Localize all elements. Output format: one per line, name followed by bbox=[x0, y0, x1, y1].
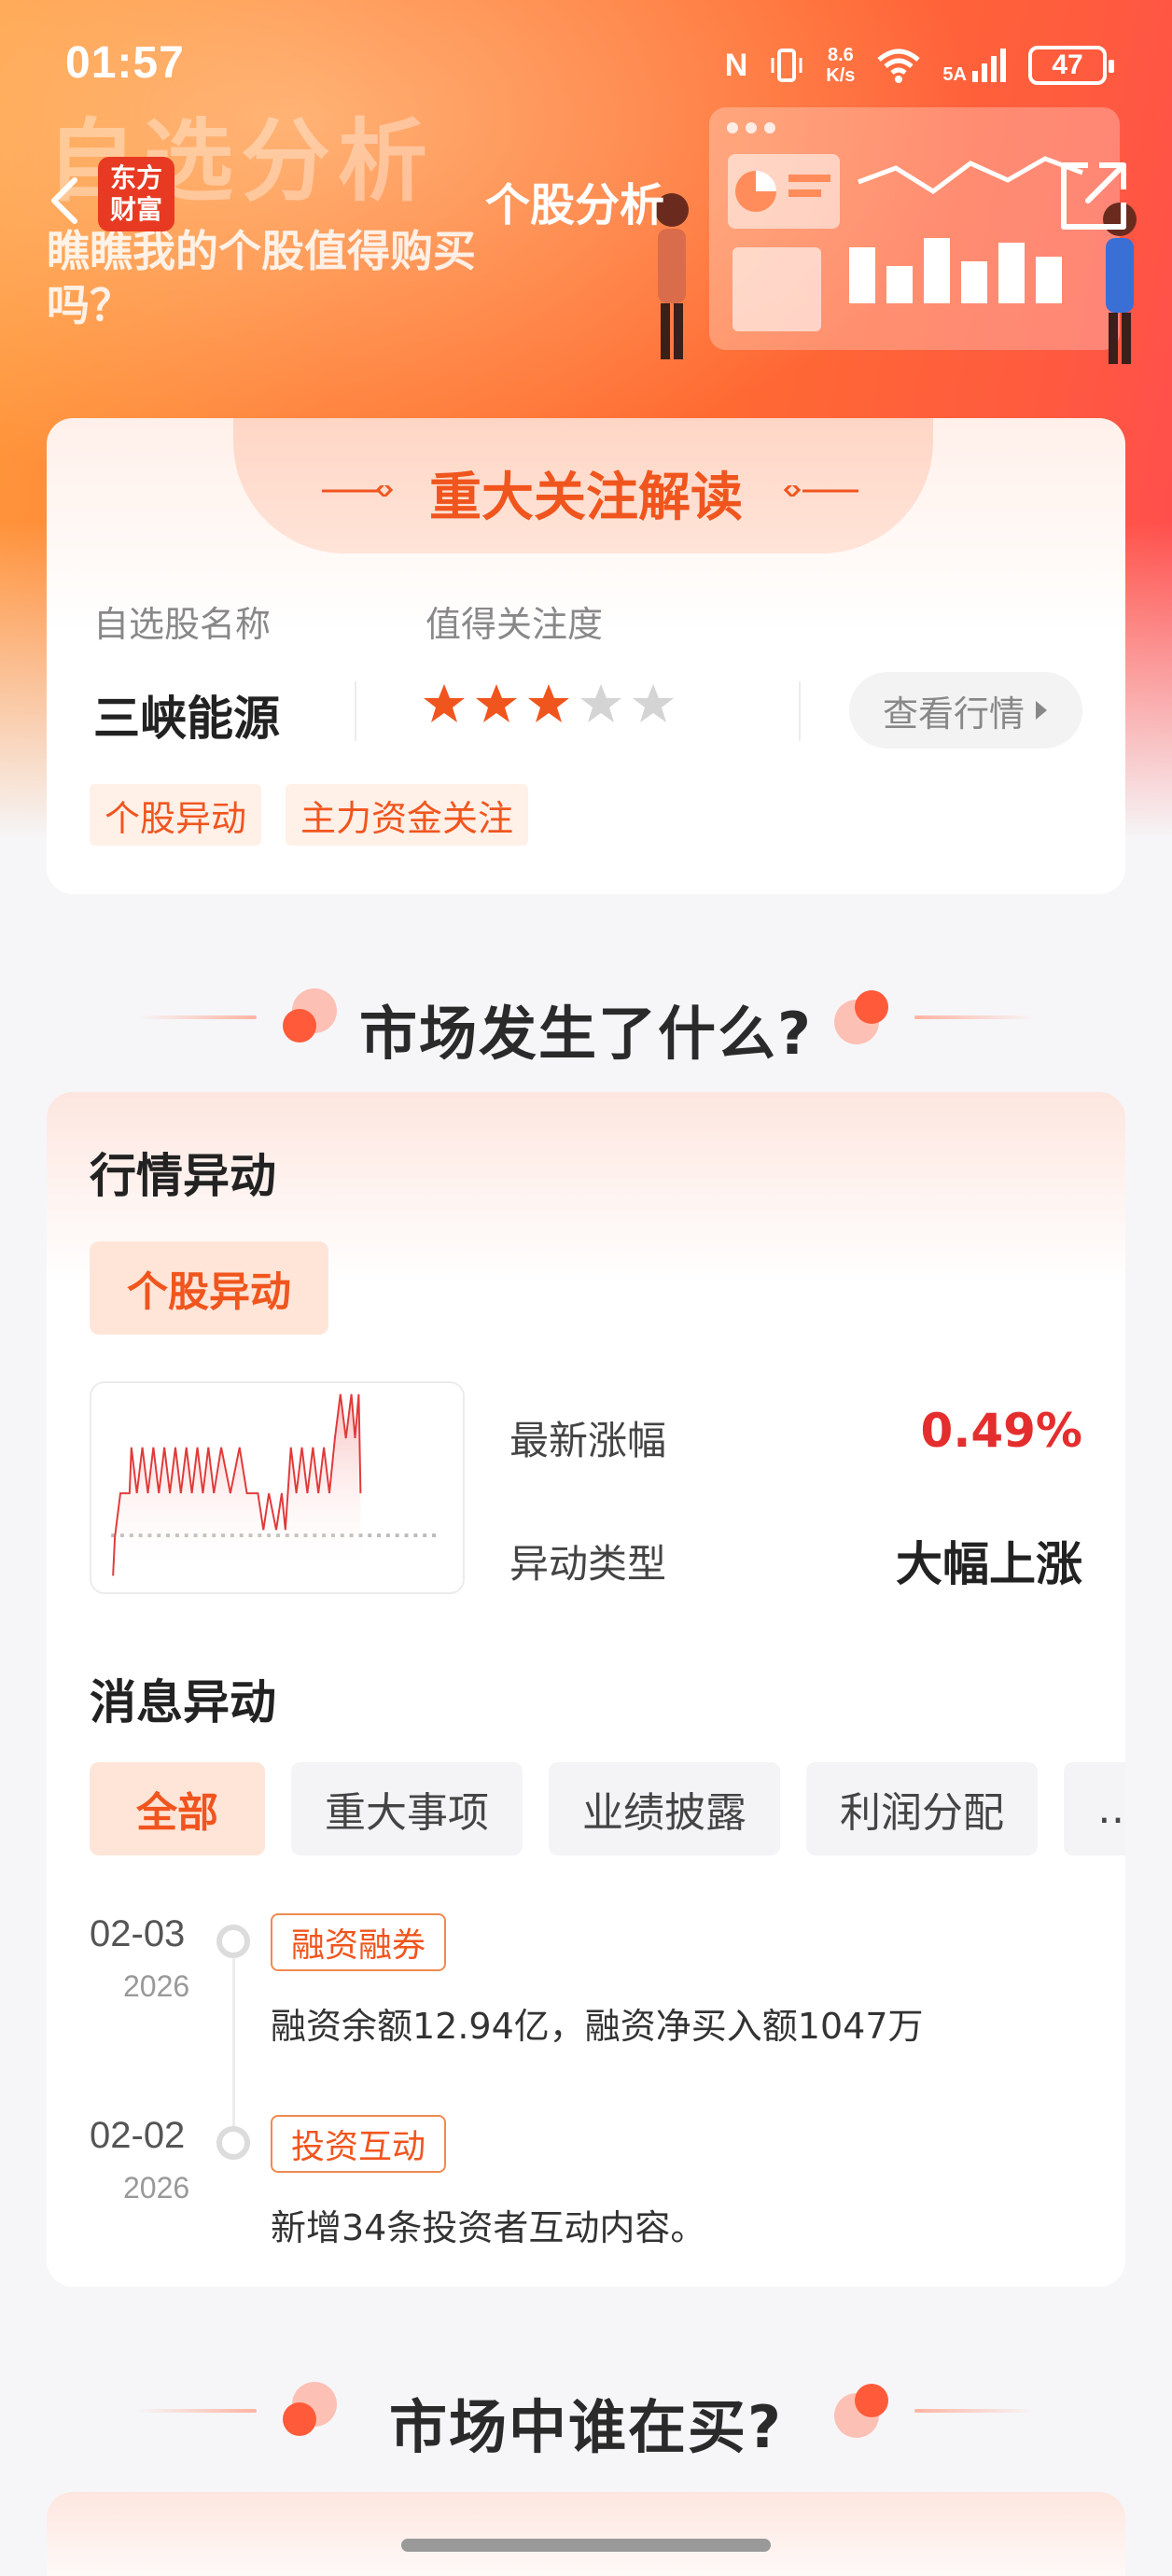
event-date: 02-03 bbox=[90, 1913, 186, 1954]
move-type-value: 大幅上涨 bbox=[896, 1537, 1082, 1591]
event-date: 02-02 bbox=[90, 2115, 186, 2156]
heading-line-right bbox=[914, 1015, 1036, 1019]
intraday-fill bbox=[113, 1393, 361, 1576]
event-text: 融资余额12.94亿，融资净买入额1047万 bbox=[271, 2006, 924, 2047]
filter-tab-earnings[interactable]: 业绩披露 bbox=[549, 1762, 780, 1855]
intraday-mini-chart bbox=[90, 1381, 465, 1594]
share-icon bbox=[1061, 162, 1126, 230]
market-card: 行情异动 个股异动 最新涨幅 0.49% 异动类型 大幅上涨 消息异动 全部 重… bbox=[47, 1092, 1125, 2287]
heading-ball-right-icon bbox=[834, 2384, 888, 2438]
focus-tags: 个股异动 主力资金关注 bbox=[90, 784, 529, 846]
latest-change-value: 0.49% bbox=[920, 1404, 1082, 1458]
network-speed: 8.6 K/s bbox=[826, 45, 855, 86]
share-button[interactable] bbox=[1051, 154, 1135, 238]
stock-name: 三峡能源 bbox=[93, 692, 280, 746]
buyers-card bbox=[47, 2492, 1125, 2576]
focus-card: 重大关注解读 自选股名称 值得关注度 三峡能源 查看行情 个股异动 主力资金关注 bbox=[47, 418, 1125, 894]
battery-icon: 47 bbox=[1028, 46, 1114, 85]
star-icon bbox=[476, 684, 517, 722]
star-icon bbox=[424, 684, 465, 722]
eastmoney-logo: 东方 财富 bbox=[98, 157, 174, 231]
latest-change-label: 最新涨幅 bbox=[509, 1418, 667, 1463]
banner-watermark-subtitle: 瞧瞧我的个股值得购买吗？ bbox=[47, 226, 476, 330]
back-button[interactable] bbox=[37, 168, 93, 233]
vibrate-icon bbox=[771, 49, 802, 82]
page-title: 个股分析 bbox=[485, 179, 665, 231]
section-heading-market: 市场发生了什么? bbox=[0, 975, 1172, 1068]
event-year: 2026 bbox=[123, 1969, 190, 2003]
star-icon bbox=[528, 684, 569, 722]
news-filter-tabs: 全部 重大事项 业绩披露 利润分配 … bbox=[90, 1762, 1125, 1859]
filter-tab-major-events[interactable]: 重大事项 bbox=[291, 1762, 523, 1855]
view-quote-button[interactable]: 查看行情 bbox=[849, 672, 1082, 749]
filter-tab-dividend[interactable]: 利润分配 bbox=[806, 1762, 1038, 1855]
event-tag: 融资融券 bbox=[271, 1913, 447, 1971]
stock-name-label: 自选股名称 bbox=[93, 604, 272, 645]
attention-rating bbox=[422, 681, 676, 726]
event-year: 2026 bbox=[123, 2171, 190, 2205]
filter-tab-all[interactable]: 全部 bbox=[90, 1762, 265, 1855]
divider bbox=[799, 681, 801, 741]
chevron-left-icon bbox=[51, 177, 77, 224]
event-text: 新增34条投资者互动内容。 bbox=[271, 2207, 706, 2248]
stock-move-pill[interactable]: 个股异动 bbox=[90, 1241, 328, 1335]
network-type: 5A bbox=[942, 64, 967, 85]
logo-line-2: 财富 bbox=[109, 194, 162, 225]
timeline-item[interactable]: 02-03 2026 融资融券 融资余额12.94亿，融资净买入额1047万 bbox=[47, 1913, 1125, 2081]
view-quote-label: 查看行情 bbox=[882, 693, 1025, 735]
focus-tag[interactable]: 个股异动 bbox=[90, 784, 262, 846]
divider bbox=[355, 681, 356, 741]
status-bar: 01:57 N 8.6 K/s 5A 47 bbox=[0, 28, 1172, 103]
network-speed-unit: K/s bbox=[826, 65, 856, 86]
signal-icon: 5A bbox=[942, 47, 1008, 84]
star-icon bbox=[580, 684, 621, 722]
section-heading-buyers: 市场中谁在买? bbox=[0, 2369, 1172, 2461]
heading-ball-right-icon bbox=[834, 990, 888, 1044]
section-title-buyers: 市场中谁在买? bbox=[389, 2393, 783, 2461]
logo-line-1: 东方 bbox=[109, 162, 162, 193]
timeline-item[interactable]: 02-02 2026 投资互动 新增34条投资者互动内容。 bbox=[47, 2115, 1125, 2283]
nfc-icon: N bbox=[724, 47, 748, 83]
home-indicator[interactable] bbox=[401, 2539, 771, 2552]
wifi-icon bbox=[877, 49, 921, 83]
event-tag: 投资互动 bbox=[271, 2115, 447, 2173]
status-time: 01:57 bbox=[65, 38, 185, 88]
attention-label: 值得关注度 bbox=[426, 604, 604, 645]
star-icon bbox=[633, 684, 674, 722]
timeline-dot bbox=[216, 1925, 250, 1958]
news-move-heading: 消息异动 bbox=[90, 1675, 276, 1729]
filter-tab-more[interactable]: … bbox=[1064, 1762, 1125, 1855]
network-speed-value: 8.6 bbox=[827, 45, 854, 65]
timeline-dot bbox=[216, 2126, 250, 2160]
status-icons: N 8.6 K/s 5A 47 bbox=[724, 37, 1114, 93]
market-move-heading: 行情异动 bbox=[90, 1149, 276, 1203]
focus-tag[interactable]: 主力资金关注 bbox=[286, 784, 529, 846]
caret-right-icon bbox=[1036, 701, 1047, 720]
move-type-label: 异动类型 bbox=[509, 1541, 667, 1587]
focus-card-title: 重大关注解读 bbox=[429, 468, 743, 528]
section-title-market: 市场发生了什么? bbox=[359, 1000, 813, 1068]
heading-line-right bbox=[914, 2409, 1036, 2413]
